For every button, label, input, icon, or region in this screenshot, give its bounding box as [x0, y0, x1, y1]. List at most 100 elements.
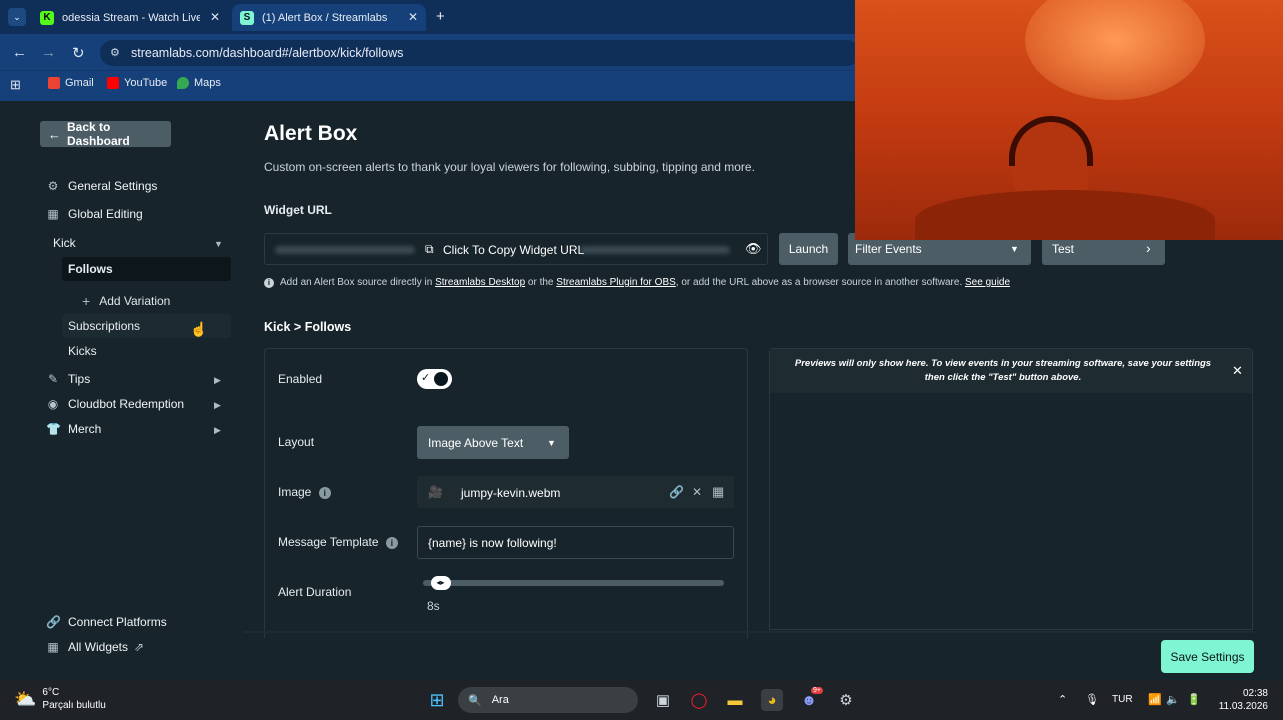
chrome-icon[interactable]: ◕: [761, 689, 783, 711]
sidebar-item-global-editing[interactable]: ▦ Global Editing: [46, 207, 142, 221]
alert-duration-slider[interactable]: ◂▸: [423, 576, 724, 590]
layout-dropdown[interactable]: Image Above Text ▼: [417, 426, 569, 459]
maps-icon: [177, 77, 189, 89]
apps-grid-icon[interactable]: ⊞: [10, 77, 21, 93]
link-icon[interactable]: 🔗: [669, 485, 684, 499]
keyboard-language[interactable]: TUR: [1112, 694, 1133, 705]
close-icon[interactable]: ✕: [1232, 363, 1243, 379]
tab-title: (1) Alert Box / Streamlabs: [262, 11, 388, 24]
bookmark-youtube[interactable]: YouTube: [107, 77, 167, 89]
reload-icon[interactable]: ↻: [72, 44, 85, 62]
message-template-input[interactable]: {name} is now following!: [417, 526, 734, 559]
battery-icon[interactable]: 🔋: [1187, 693, 1201, 706]
page-subtitle: Custom on-screen alerts to thank your lo…: [264, 160, 755, 174]
widget-url-label: Widget URL: [264, 203, 332, 217]
sidebar-item-general-settings[interactable]: ⚙ General Settings: [46, 179, 158, 193]
sidebar-item-cloudbot-redemption[interactable]: ◉ Cloudbot Redemption: [46, 397, 184, 411]
blurred-url-left: [275, 246, 415, 254]
alert-duration-label: Alert Duration: [278, 585, 352, 599]
caret-right-icon[interactable]: ▶: [214, 425, 221, 436]
tray-overflow-icon[interactable]: ⌃: [1058, 693, 1067, 706]
streamlabs-plugin-obs-link[interactable]: Streamlabs Plugin for OBS: [556, 277, 676, 288]
sidebar-item-all-widgets[interactable]: ▦ All Widgets ⇗: [46, 640, 144, 654]
webcam-overlay: [855, 0, 1283, 240]
microphone-icon[interactable]: 🎙: [1085, 693, 1099, 706]
sidebar-item-kick[interactable]: Kick: [53, 236, 76, 250]
add-variation-button[interactable]: + Add Variation: [82, 293, 170, 309]
close-tab-icon[interactable]: ✕: [408, 10, 418, 24]
wifi-icon[interactable]: 📶: [1148, 693, 1162, 706]
sidebar-item-subscriptions[interactable]: Subscriptions: [68, 319, 140, 333]
cloudbot-icon: ◉: [47, 397, 59, 411]
content-bottom-divider: [244, 631, 1254, 633]
caret-right-icon[interactable]: ▶: [214, 400, 221, 411]
save-settings-button[interactable]: Save Settings: [1161, 640, 1254, 673]
breadcrumb: Kick > Follows: [264, 320, 352, 334]
info-line: i Add an Alert Box source directly in Str…: [264, 277, 1010, 288]
task-view-icon[interactable]: ▣: [652, 689, 674, 711]
caret-right-icon[interactable]: ▶: [214, 375, 221, 386]
bookmark-maps[interactable]: Maps: [177, 77, 221, 89]
link-icon: 🔗: [46, 615, 61, 629]
library-grid-icon[interactable]: ▦: [712, 484, 724, 500]
sidebar-item-tips[interactable]: ✎ Tips: [46, 372, 90, 386]
gmail-icon: [48, 77, 60, 89]
info-icon[interactable]: i: [318, 487, 331, 499]
tab-list-chevron-icon[interactable]: ⌄: [8, 8, 26, 26]
weather-widget[interactable]: ⛅ 6°C Parçalı bulutlu: [14, 686, 106, 712]
enabled-toggle[interactable]: ✓: [417, 369, 452, 389]
clock[interactable]: 02:38 11.03.2026: [1214, 687, 1268, 713]
slider-handle[interactable]: ◂▸: [431, 576, 452, 590]
caret-down-icon: ▼: [547, 438, 556, 448]
url-text: streamlabs.com/dashboard#/alertbox/kick/…: [131, 46, 404, 60]
streamlabs-favicon-icon: S: [240, 10, 254, 25]
image-label: Image i: [278, 485, 331, 499]
close-tab-icon[interactable]: ✕: [210, 10, 220, 24]
caret-down-icon[interactable]: ▼: [214, 239, 223, 249]
back-to-dashboard-button[interactable]: ← Back to Dashboard: [40, 120, 171, 148]
toggle-knob: [434, 372, 448, 386]
site-info-icon[interactable]: ⚙: [110, 40, 120, 66]
image-field[interactable]: 🎥 jumpy-kevin.webm 🔗 ✕ ▦: [417, 476, 734, 508]
new-tab-icon[interactable]: +: [436, 8, 445, 25]
remove-icon[interactable]: ✕: [692, 485, 702, 499]
launch-button[interactable]: Launch: [779, 233, 838, 265]
taskbar-search[interactable]: 🔍 Ara: [458, 687, 638, 713]
sidebar-item-merch[interactable]: 👕 Merch: [46, 422, 101, 436]
info-icon[interactable]: i: [385, 537, 398, 549]
steam-icon[interactable]: ⚙: [835, 689, 857, 711]
back-arrow-icon[interactable]: ←: [12, 44, 27, 61]
sidebar-item-follows[interactable]: Follows: [68, 262, 113, 276]
opera-icon[interactable]: ◯: [688, 689, 710, 711]
discord-badge: 9+: [811, 687, 823, 694]
page-title: Alert Box: [264, 122, 358, 145]
tab-alert-box[interactable]: S (1) Alert Box / Streamlabs ✕: [232, 4, 426, 31]
file-explorer-icon[interactable]: ▬: [724, 689, 746, 711]
search-icon: 🔍: [468, 694, 482, 707]
partly-cloudy-icon: ⛅: [14, 688, 37, 709]
enabled-label: Enabled: [278, 372, 323, 386]
sidebar-item-kicks[interactable]: Kicks: [68, 344, 97, 358]
forward-arrow-icon[interactable]: →: [41, 44, 56, 61]
volume-icon[interactable]: 🔈: [1166, 693, 1180, 706]
tab-kick-stream[interactable]: K odessia Stream - Watch Live on ✕: [32, 4, 228, 31]
preview-panel: Previews will only show here. To view ev…: [769, 348, 1253, 630]
eye-icon[interactable]: 👁: [745, 241, 762, 257]
streamlabs-desktop-link[interactable]: Streamlabs Desktop: [435, 277, 525, 288]
see-guide-link[interactable]: See guide: [965, 277, 1010, 288]
copy-widget-url-label: Click To Copy Widget URL: [443, 243, 585, 257]
kick-favicon-icon: K: [40, 10, 54, 25]
check-icon: ✓: [421, 372, 431, 384]
widget-url-field[interactable]: ⧉ Click To Copy Widget URL 👁: [264, 233, 768, 265]
shirt-icon: 👕: [46, 422, 61, 436]
message-template-label: Message Template i: [278, 535, 398, 549]
layout-label: Layout: [278, 435, 315, 449]
sidebar-item-connect-platforms[interactable]: 🔗 Connect Platforms: [46, 615, 167, 629]
grid-icon: ▦: [47, 207, 59, 221]
youtube-icon: [107, 77, 119, 89]
url-field[interactable]: ⚙ streamlabs.com/dashboard#/alertbox/kic…: [100, 40, 860, 66]
bookmark-gmail[interactable]: Gmail: [48, 77, 94, 89]
copy-icon: ⧉: [425, 242, 434, 256]
windows-start-icon[interactable]: ⊞: [426, 689, 448, 711]
video-file-icon: 🎥: [428, 485, 443, 499]
